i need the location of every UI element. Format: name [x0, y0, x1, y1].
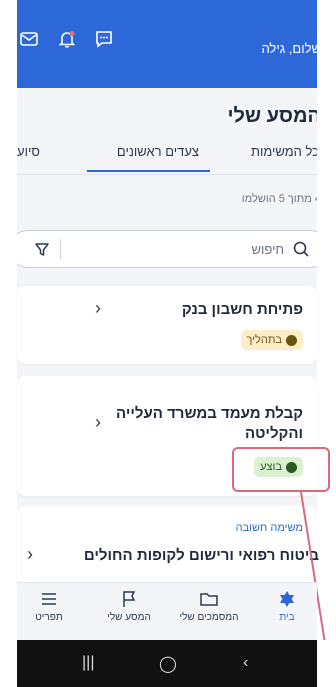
folder-icon — [200, 593, 218, 606]
bottom-navigation: בית המסמכים שלי המסע שלי תפריט — [17, 582, 317, 640]
nav-documents[interactable]: המסמכים שלי — [179, 589, 239, 623]
notification-bell-icon[interactable] — [57, 29, 77, 49]
app-header: שלום, גילה — [17, 0, 317, 88]
menu-icon — [42, 593, 56, 605]
status-text: בתהליך — [246, 334, 283, 346]
highlight-annotation — [232, 447, 330, 492]
chevron-left-icon[interactable]: ‹ — [95, 298, 101, 319]
task-title-line2: והקליטה — [244, 425, 303, 442]
mail-icon[interactable] — [19, 29, 39, 49]
status-badge: בתהליך — [240, 330, 303, 350]
page-title: המסע שלי — [227, 105, 318, 127]
tab-assistance[interactable]: סיוע — [17, 144, 40, 159]
task-card[interactable]: פתיחת חשבון בנק ‹ בתהליך — [17, 286, 317, 364]
back-icon[interactable]: ‹ — [243, 654, 248, 672]
filter-icon[interactable] — [34, 241, 50, 257]
filter-divider — [60, 239, 61, 259]
chat-icon[interactable] — [94, 29, 114, 49]
important-task-label: משימה חשובה — [235, 522, 303, 534]
in-progress-icon — [286, 334, 297, 346]
task-title: ביטוח רפואי ורישום לקופות החולים — [83, 547, 319, 564]
search-input[interactable]: חיפוש — [252, 242, 284, 257]
flag-icon — [123, 591, 136, 607]
nav-home[interactable]: בית — [257, 589, 317, 623]
system-navigation-bar: ||| ◯ ‹ — [17, 640, 317, 687]
tab-bar: כל המשימות צעדים ראשונים סיוע — [17, 134, 317, 172]
tabs-divider — [17, 174, 317, 175]
task-title: פתיחת חשבון בנק — [181, 301, 303, 318]
nav-my-journey[interactable]: המסע שלי — [99, 589, 159, 623]
home-icon[interactable]: ◯ — [159, 654, 177, 674]
active-tab-indicator — [87, 170, 210, 172]
tab-all-tasks[interactable]: כל המשימות — [251, 144, 317, 159]
tab-first-steps[interactable]: צעדים ראשונים — [117, 144, 199, 159]
chevron-left-icon[interactable]: ‹ — [27, 544, 33, 565]
recent-apps-icon[interactable]: ||| — [82, 654, 94, 672]
progress-text: 4 מתוך 5 הושלמו — [241, 193, 317, 205]
task-title-line1: קבלת מעמד במשרד העלייה — [116, 405, 303, 422]
search-bar[interactable]: חיפוש — [17, 230, 317, 268]
search-icon — [293, 241, 309, 257]
greeting-text: שלום, גילה — [261, 41, 317, 56]
chevron-left-icon[interactable]: ‹ — [95, 412, 101, 433]
nav-menu[interactable]: תפריט — [19, 589, 79, 623]
star-of-david-icon — [280, 591, 294, 607]
